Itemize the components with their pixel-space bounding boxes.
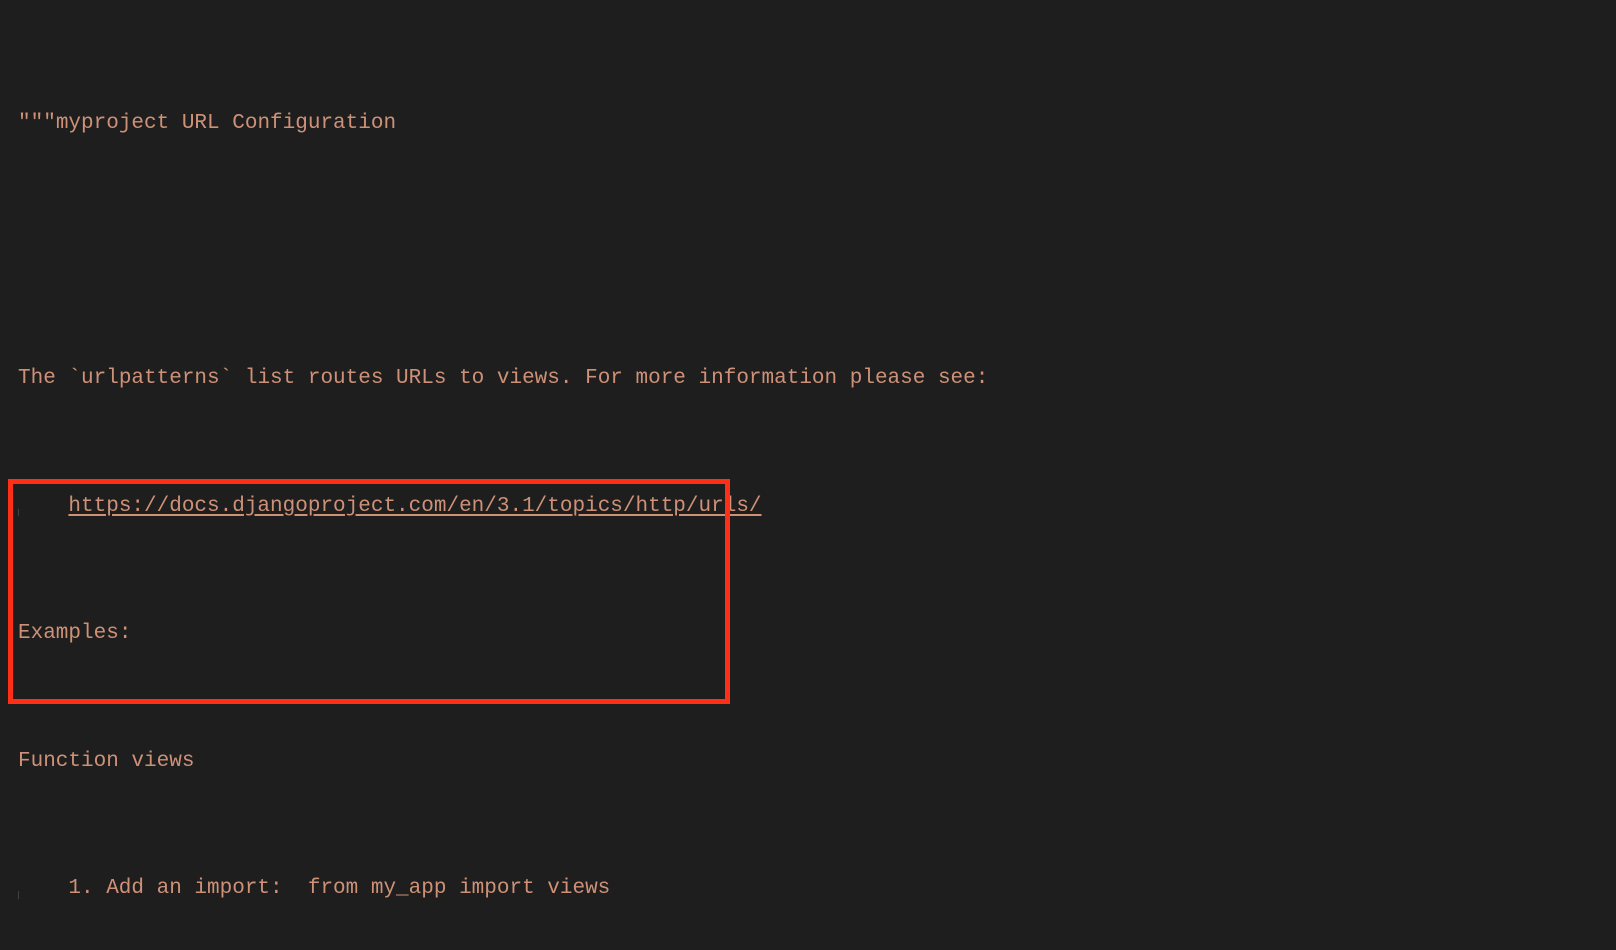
code-line[interactable]: https://docs.djangoproject.com/en/3.1/to… xyxy=(18,491,1598,523)
docstring-text: The `urlpatterns` list routes URLs to vi… xyxy=(18,367,988,390)
code-line[interactable]: Examples: xyxy=(18,618,1598,650)
code-editor-viewport[interactable]: """myproject URL Configuration The `urlp… xyxy=(0,0,1616,950)
docstring-text: 1. Add an import: from my_app import vie… xyxy=(31,877,611,900)
docstring-delimiter: """ xyxy=(18,112,56,135)
code-line[interactable]: 1. Add an import: from my_app import vie… xyxy=(18,873,1598,905)
docstring-indent xyxy=(31,495,69,518)
code-line[interactable]: The `urlpatterns` list routes URLs to vi… xyxy=(18,363,1598,395)
docstring-link[interactable]: https://docs.djangoproject.com/en/3.1/to… xyxy=(68,495,761,518)
code-line[interactable]: Function views xyxy=(18,746,1598,778)
docstring-text: myproject URL Configuration xyxy=(56,112,396,135)
code-line[interactable]: """myproject URL Configuration xyxy=(18,108,1598,140)
docstring-text: Examples: xyxy=(18,622,131,645)
code-line[interactable] xyxy=(18,235,1598,267)
docstring-text: Function views xyxy=(18,750,194,773)
